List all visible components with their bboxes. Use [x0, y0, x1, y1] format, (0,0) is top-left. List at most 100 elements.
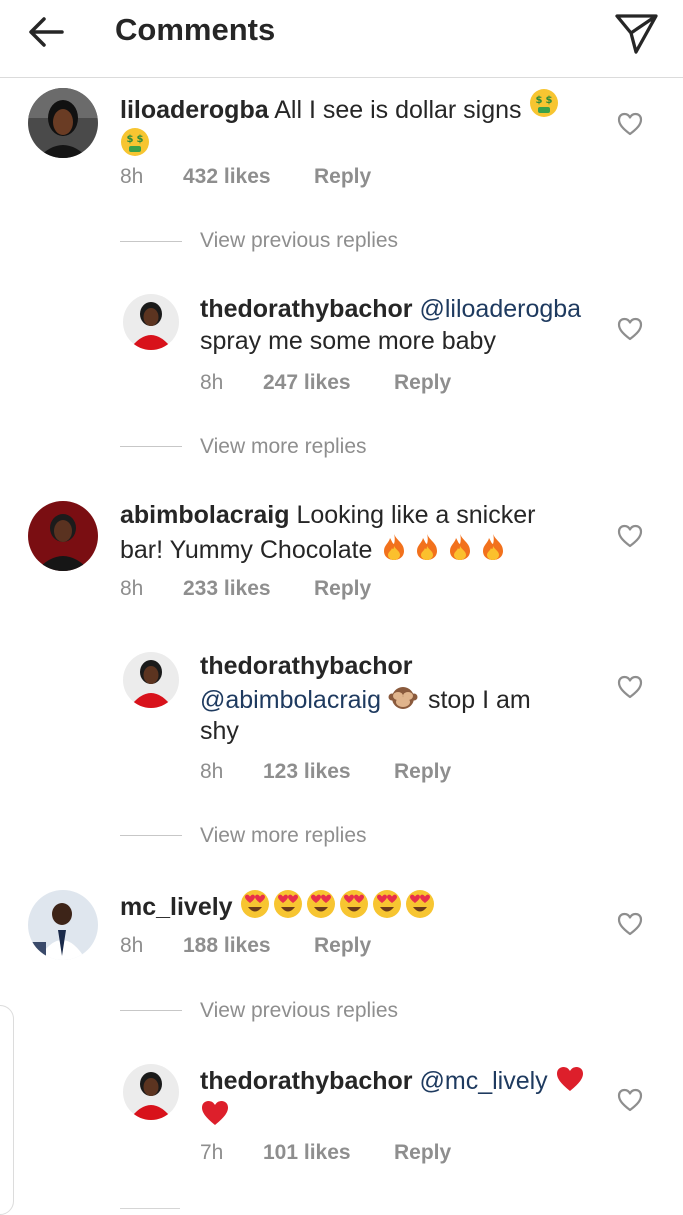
emoji-group: [240, 889, 438, 919]
page-title: Comments: [115, 12, 276, 47]
thread-divider: [120, 835, 182, 836]
comment-mention[interactable]: @abimbolacraig: [200, 686, 381, 714]
comment-text: thedorathybachor @mc_lively: [200, 1064, 600, 1131]
svg-text:$: $: [127, 134, 134, 145]
view-previous-replies-link[interactable]: View previous replies: [200, 229, 398, 253]
comment-body: bar! Yummy Chocolate: [120, 535, 373, 564]
reply-button[interactable]: Reply: [394, 760, 451, 784]
comment-meta: 8h 432 likes Reply: [120, 165, 520, 191]
comment-meta: 8h 233 likes Reply: [120, 577, 520, 603]
fire-emoji: [445, 532, 475, 562]
view-previous-replies-link[interactable]: View previous replies: [200, 999, 398, 1023]
avatar[interactable]: [28, 501, 98, 571]
comment-text: abimbolacraig Looking like a snicker bar…: [120, 500, 590, 566]
comment-text: thedorathybachor @liloaderogba spray me …: [200, 294, 600, 357]
like-button[interactable]: [616, 673, 644, 701]
reply-button[interactable]: Reply: [394, 1141, 451, 1165]
comment-meta: 7h 101 likes Reply: [200, 1141, 520, 1167]
comment-meta: 8h 247 likes Reply: [200, 371, 520, 397]
avatar[interactable]: [123, 294, 179, 350]
reply-button[interactable]: Reply: [314, 577, 371, 601]
heart-outline-icon: [617, 912, 643, 936]
comment-likes[interactable]: 432 likes: [183, 165, 271, 189]
heart-outline-icon: [617, 317, 643, 341]
comment-likes[interactable]: 188 likes: [183, 934, 271, 958]
avatar-photo: [123, 1064, 179, 1120]
heart-eyes-emoji: [339, 889, 369, 919]
comment-body: stop I am: [427, 685, 531, 714]
comment-time: 8h: [120, 165, 144, 188]
money-mouth-face-emoji: $ $: [120, 127, 150, 157]
share-button[interactable]: [612, 8, 660, 56]
reply-button[interactable]: Reply: [314, 165, 371, 189]
avatar[interactable]: [28, 88, 98, 158]
comment-meta: 8h 123 likes Reply: [200, 760, 520, 786]
svg-text:$: $: [535, 95, 542, 106]
heart-eyes-emoji: [405, 889, 435, 919]
comment-text: liloaderogba All I see is dollar signs $…: [120, 88, 590, 165]
comment-text: thedorathybachor @abimbolacraig stop I a…: [200, 651, 600, 748]
comment-time: 8h: [120, 934, 144, 957]
avatar-photo: [28, 890, 98, 960]
avatar-photo: [123, 652, 179, 708]
like-button[interactable]: [616, 110, 644, 138]
comment-mention[interactable]: @mc_lively: [419, 1067, 547, 1095]
view-more-replies-link[interactable]: View more replies: [200, 435, 367, 459]
reply-button[interactable]: Reply: [314, 934, 371, 958]
comment-body: spray me some more baby: [200, 326, 496, 355]
red-heart-emoji: [555, 1064, 585, 1094]
comment-time: 8h: [200, 371, 224, 394]
heart-outline-icon: [617, 112, 643, 136]
avatar[interactable]: [28, 890, 98, 960]
comment-time: 8h: [200, 760, 224, 783]
comment-username[interactable]: thedorathybachor: [200, 1067, 413, 1095]
red-heart-emoji: [200, 1098, 230, 1128]
comment-body: All I see is dollar signs: [274, 96, 522, 124]
comment-mention[interactable]: @liloaderogba: [419, 295, 581, 323]
heart-outline-icon: [617, 1088, 643, 1112]
comment-time: 7h: [200, 1141, 224, 1164]
heart-outline-icon: [617, 675, 643, 699]
avatar[interactable]: [123, 1064, 179, 1120]
like-button[interactable]: [616, 1086, 644, 1114]
comment-likes[interactable]: 123 likes: [263, 760, 351, 784]
heart-outline-icon: [617, 524, 643, 548]
avatar[interactable]: [123, 652, 179, 708]
comment-username[interactable]: mc_lively: [120, 893, 233, 921]
emoji-group: [379, 532, 511, 562]
like-button[interactable]: [616, 315, 644, 343]
money-mouth-face-emoji: $ $: [529, 88, 559, 118]
comment-username[interactable]: abimbolacraig: [120, 501, 290, 529]
comment-body: shy: [200, 717, 239, 745]
comment-username[interactable]: thedorathybachor: [200, 295, 413, 323]
fire-emoji: [379, 532, 409, 562]
back-button[interactable]: [24, 10, 68, 54]
edge-overlay: [0, 1005, 14, 1215]
view-more-replies-link[interactable]: View more replies: [200, 824, 367, 848]
comment-likes[interactable]: 247 likes: [263, 371, 351, 395]
comment-likes[interactable]: 101 likes: [263, 1141, 351, 1165]
svg-text:$: $: [545, 95, 552, 106]
comment-meta: 8h 188 likes Reply: [120, 934, 520, 960]
svg-text:$: $: [137, 134, 144, 145]
avatar-photo: [123, 294, 179, 350]
comment-likes[interactable]: 233 likes: [183, 577, 271, 601]
comment-username[interactable]: liloaderogba: [120, 96, 269, 124]
fire-emoji: [478, 532, 508, 562]
thread-divider: [120, 1010, 182, 1011]
comment-time: 8h: [120, 577, 144, 600]
comment-username[interactable]: thedorathybachor: [200, 652, 413, 680]
like-button[interactable]: [616, 910, 644, 938]
heart-eyes-emoji: [306, 889, 336, 919]
reply-button[interactable]: Reply: [394, 371, 451, 395]
avatar-photo: [28, 88, 98, 158]
comment-text: mc_lively: [120, 889, 590, 924]
heart-eyes-emoji: [273, 889, 303, 919]
thread-divider: [120, 241, 182, 242]
thread-divider: [120, 1208, 180, 1209]
comment-body: Looking like a snicker: [296, 501, 536, 529]
top-bar: Comments: [0, 0, 683, 78]
like-button[interactable]: [616, 522, 644, 550]
see-no-evil-monkey-emoji: [388, 683, 418, 713]
heart-eyes-emoji: [240, 889, 270, 919]
